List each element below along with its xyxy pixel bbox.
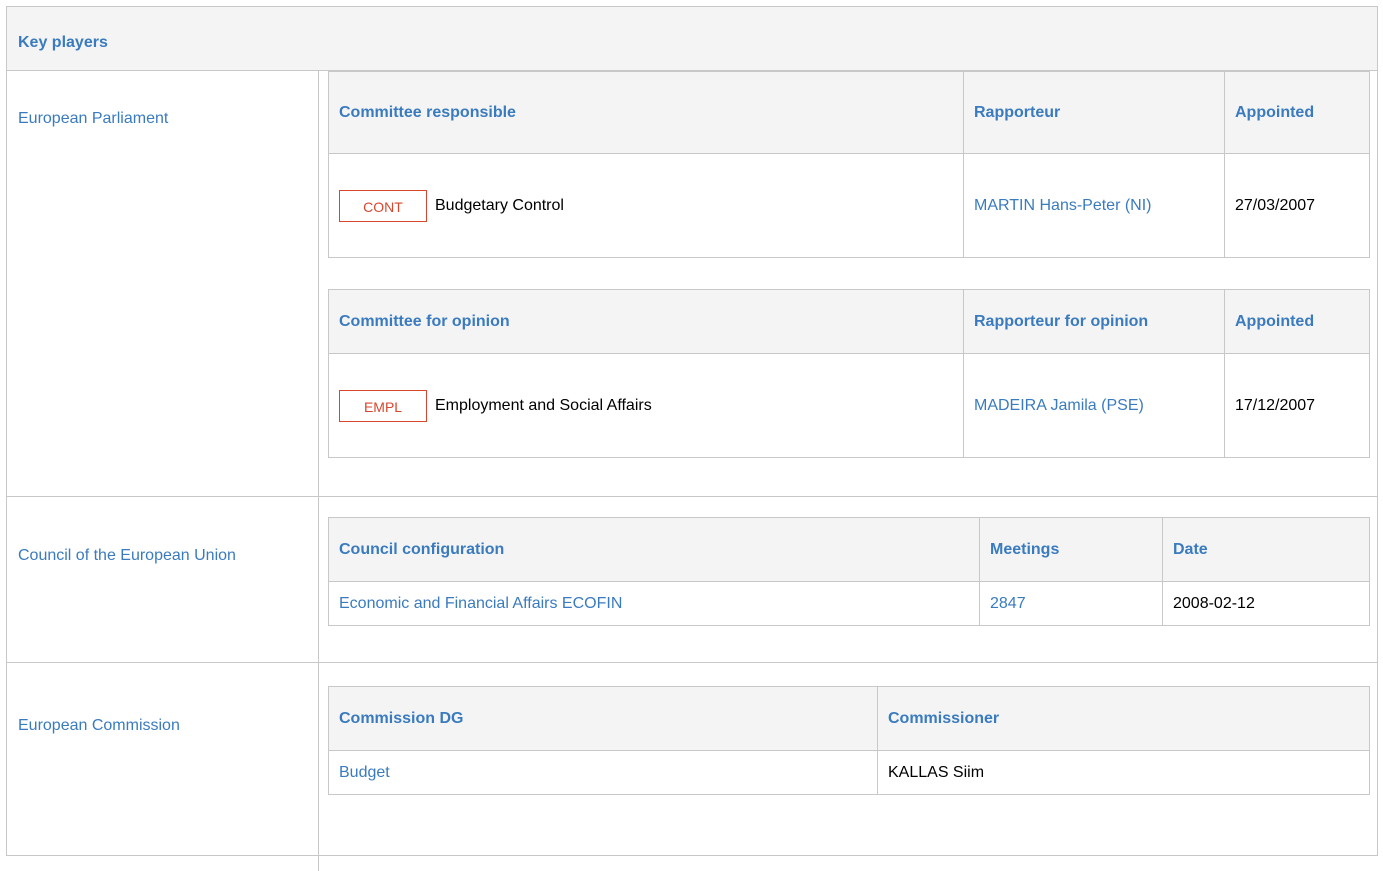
- table-row: EMPL Employment and Social Affairs MADEIR…: [328, 353, 1370, 458]
- commission-link[interactable]: European Commission: [18, 717, 180, 735]
- committee-cell: CONT Budgetary Control: [328, 153, 964, 258]
- committee-opinion-table: Committee for opinion Rapporteur for opi…: [328, 289, 1370, 458]
- col-commissioner: Commissioner: [877, 686, 1370, 751]
- col-committee-opinion: Committee for opinion: [328, 289, 964, 354]
- section-title: Key players: [18, 34, 108, 51]
- column-divider: [318, 71, 319, 871]
- key-players-panel: Key players European Parliament Committe…: [6, 6, 1378, 871]
- table-row: CONT Budgetary Control MARTIN Hans-Peter …: [328, 153, 1370, 258]
- col-date: Date: [1162, 517, 1370, 582]
- committee-responsible-table: Committee responsible Rapporteur Appoint…: [328, 71, 1370, 258]
- table-row: Budget KALLAS Siim: [328, 750, 1370, 795]
- committee-badge-cont[interactable]: CONT: [339, 189, 427, 222]
- col-rapporteur: Rapporteur: [963, 71, 1225, 154]
- rapporteur-link[interactable]: MARTIN Hans-Peter (NI): [974, 197, 1152, 214]
- col-appointed: Appointed: [1224, 71, 1370, 154]
- row-divider: [7, 496, 1377, 497]
- col-rapporteur-opinion: Rapporteur for opinion: [963, 289, 1225, 354]
- meeting-link[interactable]: 2847: [990, 595, 1026, 612]
- table-row: Economic and Financial Affairs ECOFIN 28…: [328, 581, 1370, 626]
- col-appointed: Appointed: [1224, 289, 1370, 354]
- col-council-configuration: Council configuration: [328, 517, 980, 582]
- rapporteur-opinion-link[interactable]: MADEIRA Jamila (PSE): [974, 397, 1144, 414]
- commission-table: Commission DG Commissioner Budget KALLAS…: [328, 686, 1370, 795]
- col-meetings: Meetings: [979, 517, 1163, 582]
- council-configuration-link[interactable]: Economic and Financial Affairs ECOFIN: [339, 595, 622, 612]
- col-committee-responsible: Committee responsible: [328, 71, 964, 154]
- col-commission-dg: Commission DG: [328, 686, 878, 751]
- european-parliament-link[interactable]: European Parliament: [18, 110, 168, 128]
- committee-name: Employment and Social Affairs: [435, 396, 652, 414]
- commissioner-name: KALLAS Siim: [877, 750, 1370, 795]
- committee-cell: EMPL Employment and Social Affairs: [328, 353, 964, 458]
- meeting-date: 2008-02-12: [1162, 581, 1370, 626]
- section-header: Key players: [7, 7, 1377, 71]
- appointed-date: 27/03/2007: [1224, 153, 1370, 258]
- committee-badge-empl[interactable]: EMPL: [339, 389, 427, 422]
- council-link[interactable]: Council of the European Union: [18, 547, 236, 565]
- row-divider: [7, 662, 1377, 663]
- appointed-date: 17/12/2007: [1224, 353, 1370, 458]
- committee-name: Budgetary Control: [435, 196, 564, 214]
- council-table: Council configuration Meetings Date Econ…: [328, 517, 1370, 626]
- commission-dg-link[interactable]: Budget: [339, 764, 390, 781]
